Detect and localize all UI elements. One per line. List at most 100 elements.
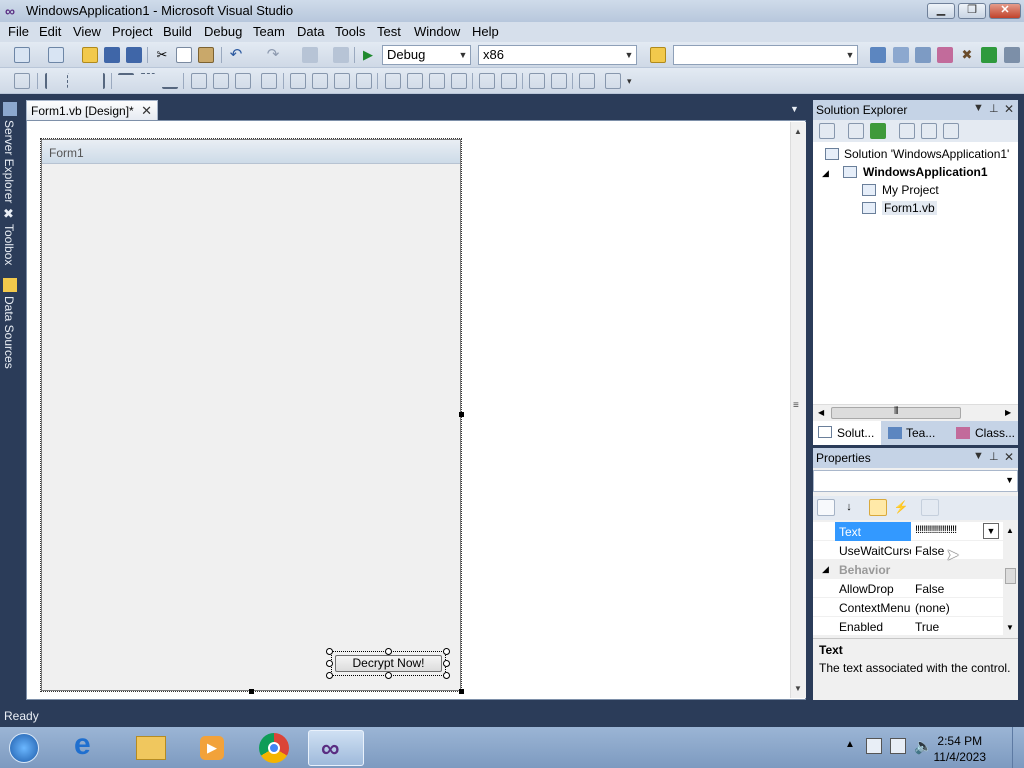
property-row[interactable]: AllowDrop False [813,579,1003,598]
resize-handle-corner[interactable] [459,689,464,694]
button-handle[interactable] [326,672,333,679]
pin-icon[interactable]: ⊥ [989,102,999,115]
scroll-down-icon[interactable]: ▼ [794,684,802,693]
align-to-grid-icon[interactable] [14,73,30,89]
save-all-icon[interactable] [126,47,142,63]
toolbar-options-icon[interactable] [1004,47,1020,63]
object-selector-dropdown[interactable]: ▼ [813,470,1018,492]
events-icon[interactable]: ⚡ [892,499,910,516]
align-lefts-icon[interactable] [45,73,61,89]
refresh-icon[interactable] [870,123,886,139]
paste-icon[interactable] [198,47,214,63]
redo-icon[interactable]: ↷ [265,47,281,63]
close-icon[interactable]: ✕ [141,103,152,119]
undo-icon[interactable]: ↶ [228,47,244,63]
horizontal-spacing-icon[interactable] [290,73,306,89]
lock-controls-icon[interactable] [605,73,621,89]
button-handle[interactable] [443,648,450,655]
add-item-icon[interactable] [48,47,64,63]
show-hidden-icons-icon[interactable]: ▲ [845,739,855,750]
remove-vertical-spacing-icon[interactable] [451,73,467,89]
save-icon[interactable] [104,47,120,63]
chrome-taskbar-button[interactable] [246,730,302,766]
maximize-button[interactable]: ❐ [958,3,986,19]
tab-order-icon[interactable] [579,73,595,89]
property-value[interactable]: False [915,544,944,558]
increase-vertical-spacing-icon[interactable] [407,73,423,89]
solution-explorer-horizontal-scrollbar[interactable]: ◀ ⦀ ▶ [813,404,1018,421]
show-all-files-icon[interactable] [848,123,864,139]
toolbar-options-icon[interactable]: ▾ [627,73,643,89]
increase-horizontal-spacing-icon[interactable] [312,73,328,89]
solution-platform-dropdown[interactable]: x86 ▼ [478,45,637,65]
close-button[interactable]: ✕ [989,3,1021,19]
scroll-up-icon[interactable]: ▲ [1006,526,1014,535]
media-player-taskbar-button[interactable]: ▶ [184,730,240,766]
property-value[interactable]: (none) [915,601,950,615]
chevron-down-icon[interactable]: ▼ [983,523,999,539]
decrease-vertical-spacing-icon[interactable] [429,73,445,89]
button-handle[interactable] [385,672,392,679]
menu-debug[interactable]: Debug [204,24,242,39]
designer-vertical-scrollbar[interactable]: ▲ ≡ ▼ [790,122,806,698]
solution-configuration-dropdown[interactable]: Debug ▼ [382,45,471,65]
center-horizontally-icon[interactable] [479,73,495,89]
start-button[interactable] [2,730,46,766]
pin-icon[interactable]: ⊥ [989,450,999,463]
menu-test[interactable]: Test [377,24,401,39]
tree-node-project[interactable]: WindowsApplication1 [863,165,988,179]
menu-build[interactable]: Build [163,24,192,39]
menu-project[interactable]: Project [112,24,152,39]
property-row[interactable]: ContextMenuStrip (none) [813,598,1003,617]
menu-help[interactable]: Help [472,24,499,39]
center-vertically-icon[interactable] [501,73,517,89]
open-folder-icon[interactable] [82,47,98,63]
side-tab-data-sources[interactable]: Data Sources [2,296,16,369]
menu-window[interactable]: Window [414,24,460,39]
tab-class-view[interactable]: Class... [975,426,1015,440]
navigate-backward-icon[interactable] [302,47,318,63]
system-clock[interactable]: 2:54 PM 11/4/2023 [934,733,987,765]
categorized-icon[interactable] [817,499,835,516]
expand-arrow-icon[interactable]: ◢ [822,168,829,179]
solution-explorer-icon[interactable] [870,47,886,63]
align-tops-icon[interactable] [118,73,134,89]
chevron-down-icon[interactable]: ▼ [973,102,984,114]
vertical-spacing-icon[interactable] [385,73,401,89]
properties-view-icon[interactable] [869,499,887,516]
tree-node-solution[interactable]: Solution 'WindowsApplication1' [844,147,1009,161]
tree-node-form1[interactable]: Form1.vb [882,201,937,215]
menu-team[interactable]: Team [253,24,285,39]
scroll-down-icon[interactable]: ▼ [1006,623,1014,632]
properties-window-icon[interactable] [893,47,909,63]
menu-view[interactable]: View [73,24,101,39]
bring-to-front-icon[interactable] [529,73,545,89]
align-rights-icon[interactable] [89,73,105,89]
alphabetical-icon[interactable]: ↓ [840,499,858,516]
action-center-icon[interactable] [866,738,882,754]
button-handle[interactable] [385,648,392,655]
collapse-arrow-icon[interactable]: ◢ [822,564,829,575]
tab-team-explorer[interactable]: Tea... [906,426,935,440]
cut-icon[interactable]: ✂ [154,47,170,63]
copy-icon[interactable] [176,47,192,63]
make-same-size-icon[interactable] [235,73,251,89]
show-desktop-button[interactable] [1012,727,1024,768]
scroll-thumb[interactable] [1005,568,1016,584]
minimize-button[interactable]: ▁ [927,3,955,19]
property-row-text[interactable]: Text !!!!!!!!!!!!!!!!!!!! ▼ [813,522,1003,541]
resize-handle-right[interactable] [459,412,464,417]
tools-icon[interactable]: ✖ [959,47,975,63]
button-handle[interactable] [326,660,333,667]
menu-file[interactable]: File [8,24,29,39]
menu-edit[interactable]: Edit [39,24,61,39]
chevron-down-icon[interactable]: ▼ [973,450,984,462]
toolbox-icon[interactable] [937,47,953,63]
navigate-forward-icon[interactable] [333,47,349,63]
volume-muted-icon[interactable]: 🔈 [914,737,933,755]
side-tab-toolbox[interactable]: Toolbox [2,224,16,265]
view-code-icon[interactable] [899,123,915,139]
tab-form1-design[interactable]: Form1.vb [Design]* ✕ [26,100,158,120]
button-handle[interactable] [443,672,450,679]
button-handle[interactable] [443,660,450,667]
